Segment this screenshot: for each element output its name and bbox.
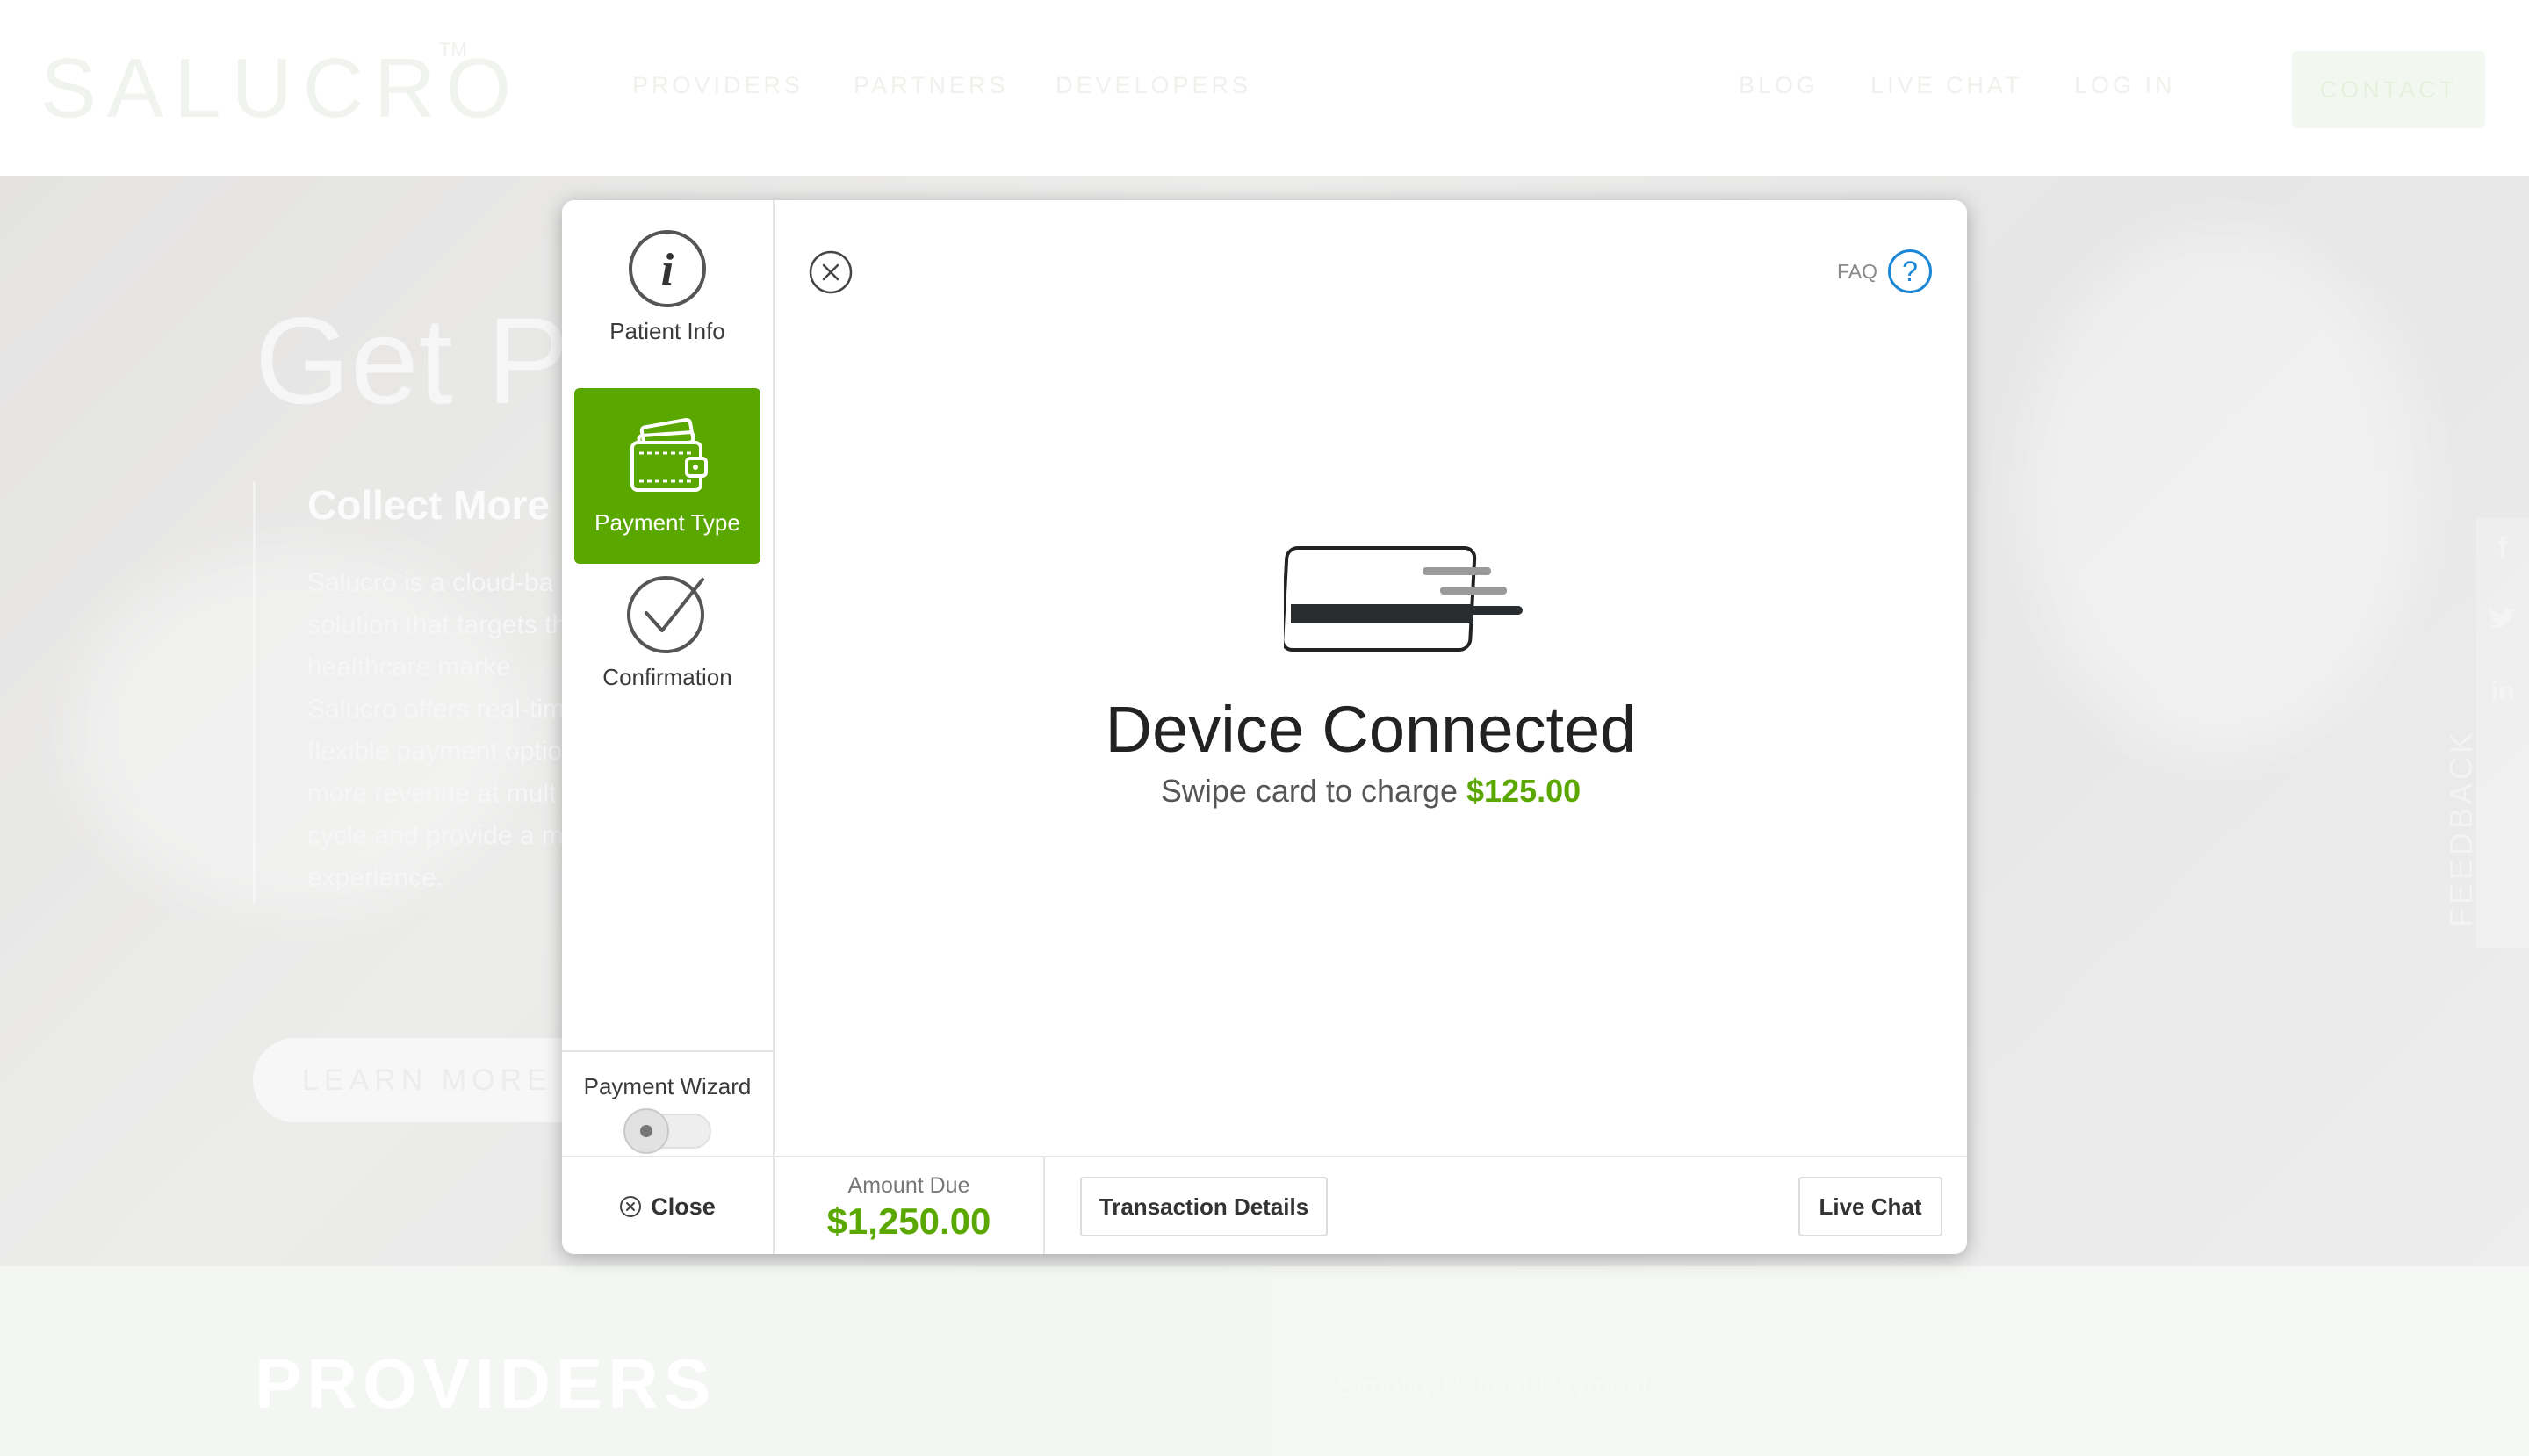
payment-modal: i Patient Info Payment Type Confirmation (562, 200, 1967, 1254)
feedback-tab[interactable]: FEEDBACK (2443, 699, 2479, 927)
nav-log-in[interactable]: LOG IN (2074, 72, 2176, 99)
wallet-icon (630, 417, 708, 492)
step-confirmation[interactable]: Confirmation (574, 564, 760, 739)
providers-heading: PROVIDERS (255, 1344, 717, 1423)
step-payment-type[interactable]: Payment Type (574, 388, 760, 564)
checkmark-icon (627, 576, 704, 653)
close-label: Close (651, 1193, 716, 1220)
trademark-mark: TM (439, 39, 467, 61)
nav-live-chat[interactable]: LIVE CHAT (1870, 72, 2023, 99)
amount-due-label: Amount Due (847, 1173, 970, 1198)
step-label: Payment Type (594, 509, 740, 536)
close-icon[interactable] (808, 249, 854, 295)
twitter-icon[interactable] (2487, 606, 2518, 638)
hero-subtitle: Collect More (307, 482, 551, 528)
hero-divider (253, 481, 256, 903)
facebook-icon[interactable]: f (2487, 532, 2518, 564)
live-chat-button[interactable]: Live Chat (1798, 1177, 1942, 1236)
faq-label[interactable]: FAQ (1837, 260, 1877, 284)
payment-main-panel: FAQ ? Device Connected Swipe card to cha… (775, 200, 1967, 1156)
transaction-details-button[interactable]: Transaction Details (1080, 1177, 1328, 1236)
providers-panel-right (1268, 1266, 2529, 1456)
step-label: Patient Info (609, 318, 725, 344)
amount-due-box: Amount Due $1,250.00 (775, 1157, 1045, 1254)
step-patient-info[interactable]: i Patient Info (574, 218, 760, 393)
help-icon[interactable]: ? (1888, 249, 1932, 293)
faq-group: FAQ ? (1837, 249, 1932, 293)
contact-button[interactable]: CONTACT (2292, 51, 2485, 128)
social-sidebar: f in (2476, 518, 2529, 948)
hero-background-shape (2020, 228, 2424, 755)
swipe-instruction-text: Swipe card to charge (1160, 773, 1459, 809)
payment-wizard-label: Payment Wizard (583, 1073, 752, 1099)
amount-due-value: $1,250.00 (826, 1200, 991, 1242)
card-swipe-icon (1284, 546, 1523, 652)
nav-providers[interactable]: PROVIDERS (632, 72, 803, 99)
wizard-sidebar: i Patient Info Payment Type Confirmation (562, 200, 775, 1156)
payment-wizard-toggle[interactable] (623, 1108, 711, 1154)
nav-partners[interactable]: PARTNERS (854, 72, 1009, 99)
info-icon: i (629, 230, 706, 307)
swipe-instruction: Swipe card to charge $125.00 (775, 773, 1967, 810)
payment-wizard-toggle-area: Payment Wizard (562, 1050, 773, 1157)
nav-blog[interactable]: BLOG (1739, 72, 1819, 99)
svg-text:i: i (661, 245, 674, 295)
simplify-text: Simplify Patient Payments (1337, 1370, 1663, 1402)
toggle-knob[interactable] (623, 1108, 669, 1154)
charge-amount: $125.00 (1466, 773, 1582, 809)
device-connected-title: Device Connected (1105, 693, 1637, 766)
modal-footer: Close Amount Due $1,250.00 Transaction D… (562, 1156, 1967, 1254)
site-header: SALUCRO TM PROVIDERS PARTNERS DEVELOPERS… (0, 0, 2529, 176)
nav-developers[interactable]: DEVELOPERS (1056, 72, 1251, 99)
close-button[interactable]: Close (562, 1157, 775, 1254)
step-label: Confirmation (602, 664, 732, 690)
close-circle-icon (620, 1196, 642, 1217)
linkedin-icon[interactable]: in (2487, 676, 2518, 708)
hero-body-text: Salucro is a cloud-ba solution that targ… (307, 568, 581, 892)
